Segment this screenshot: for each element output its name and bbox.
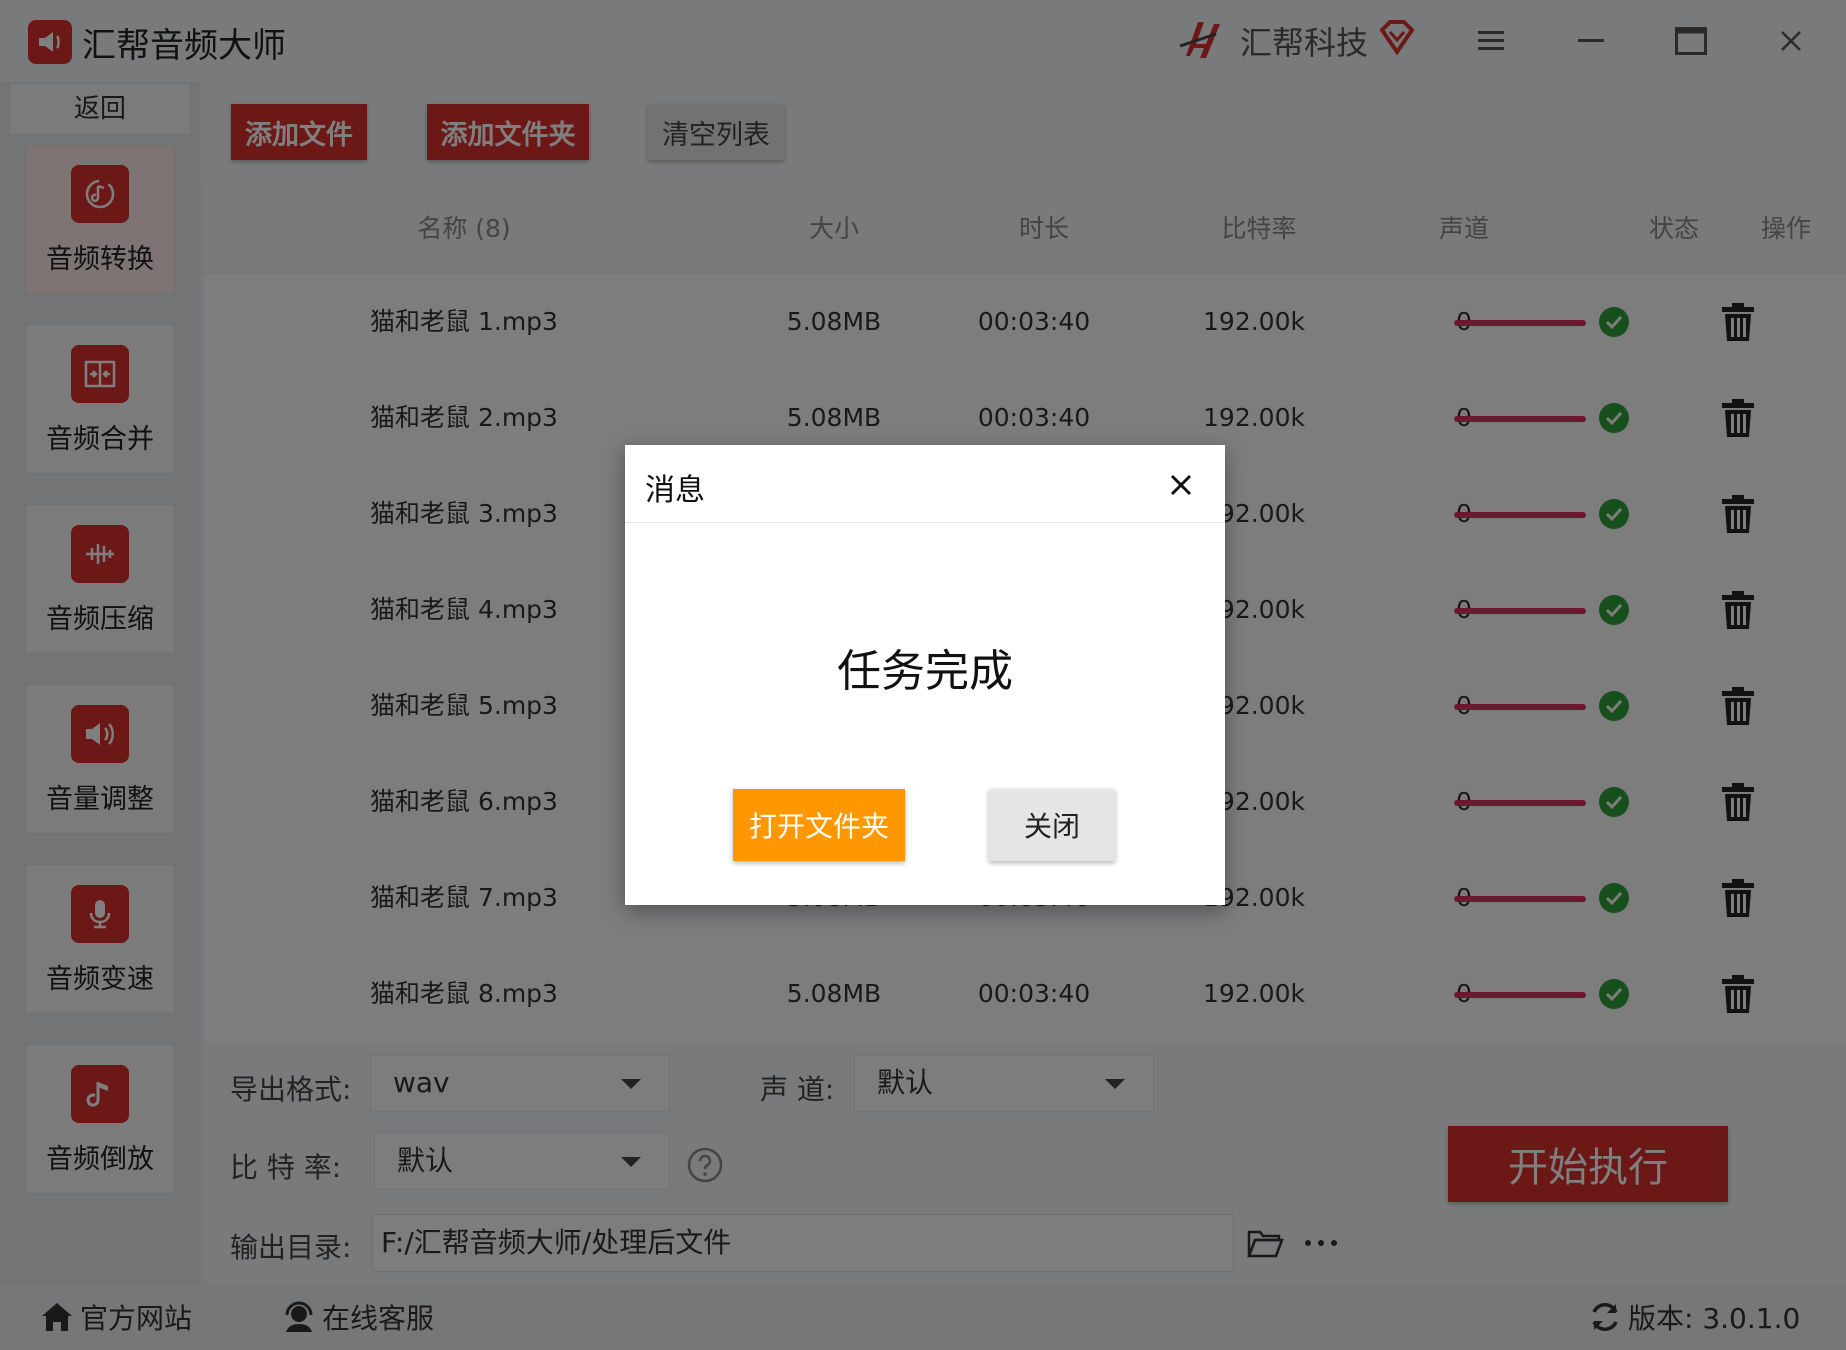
dialog-header: 消息 [625, 445, 1225, 523]
dialog-title: 消息 [645, 473, 705, 508]
message-dialog: 消息 任务完成 打开文件夹 关闭 [625, 445, 1225, 905]
dialog-close-icon[interactable] [1161, 465, 1201, 505]
dialog-close-button[interactable]: 关闭 [989, 789, 1115, 861]
open-folder-button[interactable]: 打开文件夹 [733, 789, 905, 861]
dialog-message: 任务完成 [837, 646, 1013, 697]
